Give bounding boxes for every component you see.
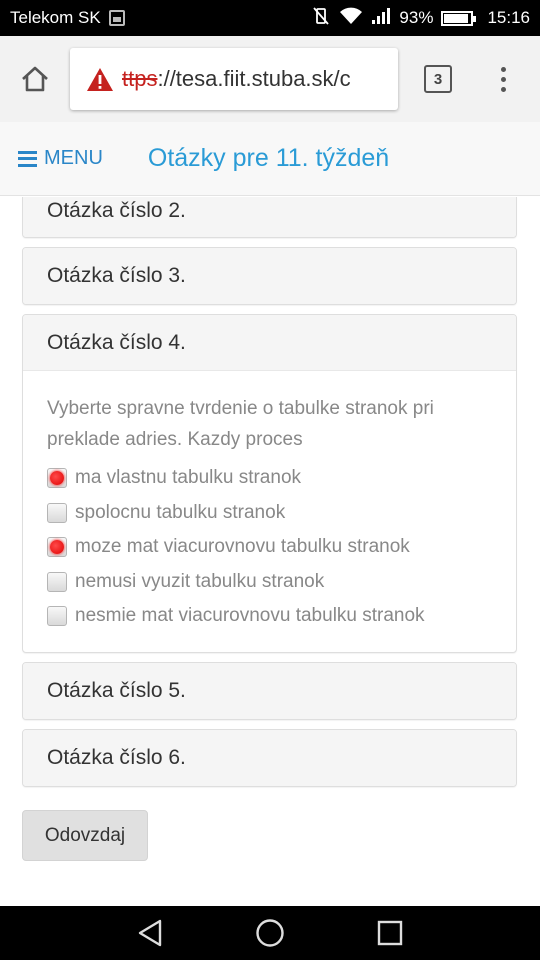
warning-icon <box>87 67 113 91</box>
question-body: Vyberte spravne tvrdenie o tabulke stran… <box>23 371 516 652</box>
battery-fill <box>444 13 469 23</box>
square-recents-icon <box>377 920 403 946</box>
url-bar[interactable]: ttps://tesa.fiit.stuba.sk/c <box>70 48 398 110</box>
url-scheme: ttps <box>122 66 158 91</box>
page-title: Otázky pre 11. týždeň <box>147 144 390 172</box>
answer-option[interactable]: moze mat viacurovnovu tabulku stranok <box>47 530 492 565</box>
recents-button[interactable] <box>375 918 405 948</box>
answer-label: moze mat viacurovnovu tabulku stranok <box>75 536 410 558</box>
menu-label: MENU <box>44 147 103 169</box>
menu-button[interactable]: MENU <box>18 147 103 170</box>
battery-icon <box>441 10 477 26</box>
battery-percent: 93% <box>399 8 434 27</box>
back-button[interactable] <box>135 918 165 948</box>
dot-icon <box>500 66 506 72</box>
signal-icon <box>371 7 391 30</box>
answer-checkbox[interactable] <box>47 606 67 627</box>
question-panel: Otázka číslo 6. <box>22 728 517 787</box>
home-nav-button[interactable] <box>255 918 285 948</box>
browser-toolbar: ttps://tesa.fiit.stuba.sk/c 3 <box>0 36 540 122</box>
circle-home-icon <box>256 919 284 947</box>
browser-menu-button[interactable] <box>478 36 528 122</box>
answer-checkbox[interactable] <box>47 468 67 489</box>
question-panel: Otázka číslo 5. <box>22 661 517 720</box>
answer-checkbox[interactable] <box>47 502 67 523</box>
url-text: ://tesa.fiit.stuba.sk/c <box>157 66 351 91</box>
answer-label: nemusi vyuzit tabulku stranok <box>75 570 325 592</box>
vibrate-off-icon <box>311 6 331 31</box>
answer-checkbox[interactable] <box>47 571 67 592</box>
submit-button[interactable]: Odovzdaj <box>22 810 148 861</box>
questions-list: Otázka číslo 2. Otázka číslo 3. Otázka č… <box>22 197 517 796</box>
home-button[interactable] <box>0 36 70 122</box>
answer-option[interactable]: nemusi vyuzit tabulku stranok <box>47 565 492 600</box>
question-heading[interactable]: Otázka číslo 2. <box>23 197 516 237</box>
carrier-name: Telekom SK <box>10 8 101 27</box>
question-panel: Otázka číslo 3. <box>22 247 517 305</box>
dot-icon <box>500 86 506 92</box>
status-bar: Telekom SK 93% 15:16 <box>0 0 540 36</box>
gallery-notification-icon <box>108 10 125 26</box>
home-icon <box>22 66 48 92</box>
question-heading[interactable]: Otázka číslo 5. <box>23 662 516 719</box>
answer-label: spolocnu tabulku stranok <box>75 501 286 523</box>
question-panel-open: Otázka číslo 4. Vyberte spravne tvrdenie… <box>22 314 517 653</box>
wifi-icon <box>339 7 363 30</box>
site-header: MENU Otázky pre 11. týždeň <box>0 122 540 196</box>
question-heading[interactable]: Otázka číslo 6. <box>23 729 516 786</box>
question-panel: Otázka číslo 2. <box>22 197 517 238</box>
dot-icon <box>500 76 506 82</box>
question-heading[interactable]: Otázka číslo 4. <box>23 315 516 371</box>
question-text: Vyberte spravne tvrdenie o tabulke stran… <box>47 398 434 450</box>
question-heading[interactable]: Otázka číslo 3. <box>23 248 516 304</box>
tab-count: 3 <box>424 65 452 93</box>
answer-option[interactable]: spolocnu tabulku stranok <box>47 496 492 531</box>
navigation-bar <box>0 906 540 960</box>
tab-switcher-button[interactable]: 3 <box>398 36 478 122</box>
answer-label: nesmie mat viacurovnovu tabulku stranok <box>75 605 425 627</box>
answer-option[interactable]: ma vlastnu tabulku stranok <box>47 461 492 496</box>
hamburger-icon <box>18 150 37 167</box>
answer-checkbox[interactable] <box>47 537 67 558</box>
back-icon <box>138 919 162 947</box>
clock: 15:16 <box>487 8 530 27</box>
answer-label: ma vlastnu tabulku stranok <box>75 467 302 489</box>
answer-option[interactable]: nesmie mat viacurovnovu tabulku stranok <box>47 599 492 634</box>
